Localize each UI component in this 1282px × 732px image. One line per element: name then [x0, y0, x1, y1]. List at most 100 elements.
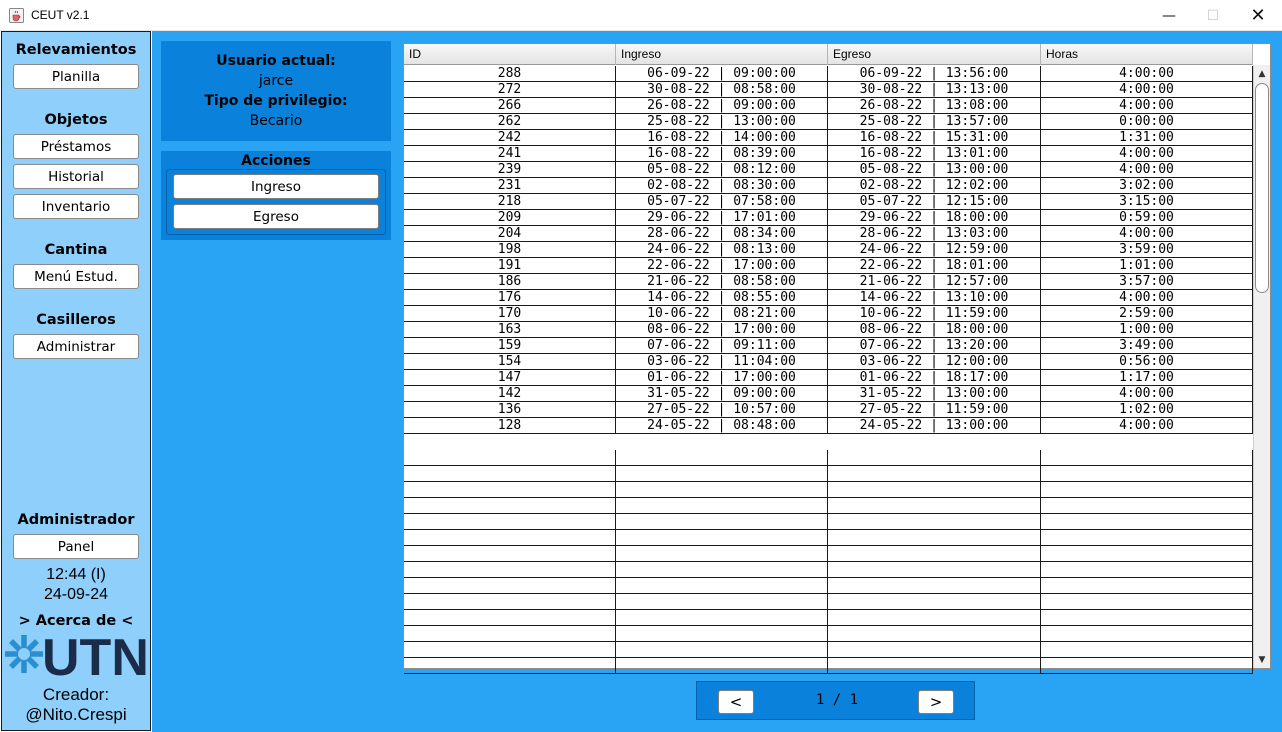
table-row[interactable]: 288 06-09-22 | 09:00:00 06-09-22 | 13:56:0… [404, 66, 1253, 82]
empty-cell [616, 594, 828, 609]
cell-ingreso: 26-08-22 | 09:00:00 [616, 98, 828, 113]
empty-cell [404, 546, 616, 561]
scroll-up-icon[interactable]: ▲ [1254, 65, 1270, 82]
table-row[interactable]: 198 24-06-22 | 08:13:00 24-06-22 | 12:59:0… [404, 242, 1253, 258]
empty-cell [616, 642, 828, 657]
table-row[interactable]: 142 31-05-22 | 09:00:00 31-05-22 | 13:00:0… [404, 386, 1253, 402]
column-header-horas[interactable]: Horas [1041, 44, 1253, 65]
current-user-value: jarce [258, 73, 294, 89]
empty-table-row [404, 642, 1253, 658]
cell-ingreso: 08-06-22 | 17:00:00 [616, 322, 828, 337]
cell-horas: 0:00:00 [1041, 114, 1253, 129]
table-row[interactable]: 147 01-06-22 | 17:00:00 01-06-22 | 18:17:0… [404, 370, 1253, 386]
table-row[interactable]: 136 27-05-22 | 10:57:00 27-05-22 | 11:59:0… [404, 402, 1253, 418]
inventario-button[interactable]: Inventario [13, 194, 139, 219]
column-header-ingreso[interactable]: Ingreso [616, 44, 828, 65]
page-indicator: 1 / 1 [815, 692, 859, 708]
table-row[interactable]: 191 22-06-22 | 17:00:00 22-06-22 | 18:01:0… [404, 258, 1253, 274]
cell-horas: 4:00:00 [1041, 386, 1253, 401]
table-row[interactable]: 170 10-06-22 | 08:21:00 10-06-22 | 11:59:0… [404, 306, 1253, 322]
cell-horas: 4:00:00 [1041, 162, 1253, 177]
table-row[interactable]: 159 07-06-22 | 09:11:00 07-06-22 | 13:20:0… [404, 338, 1253, 354]
empty-cell [404, 450, 616, 465]
empty-table-row [404, 594, 1253, 610]
historial-button[interactable]: Historial [13, 164, 139, 189]
cell-egreso: 14-06-22 | 13:10:00 [828, 290, 1041, 305]
pagination: < 1 / 1 > [696, 681, 975, 720]
scroll-thumb[interactable] [1255, 83, 1269, 293]
maximize-button[interactable]: ☐ [1190, 0, 1236, 31]
table-row[interactable]: 262 25-08-22 | 13:00:00 25-08-22 | 13:57:0… [404, 114, 1253, 130]
panel-button[interactable]: Panel [13, 534, 139, 559]
cell-horas: 1:01:00 [1041, 258, 1253, 273]
empty-cell [616, 658, 828, 673]
empty-cell [828, 530, 1041, 545]
about-link[interactable]: > Acerca de < [2, 613, 150, 629]
empty-cell [404, 466, 616, 481]
table-row[interactable]: 204 28-06-22 | 08:34:00 28-06-22 | 13:03:0… [404, 226, 1253, 242]
utn-logo: UTN [5, 629, 149, 679]
cell-id: 136 [404, 402, 616, 417]
table-row[interactable]: 209 29-06-22 | 17:01:00 29-06-22 | 18:00:0… [404, 210, 1253, 226]
scroll-down-icon[interactable]: ▼ [1254, 651, 1270, 668]
empty-cell [404, 498, 616, 513]
table-row[interactable]: 242 16-08-22 | 14:00:00 16-08-22 | 15:31:0… [404, 130, 1253, 146]
cell-id: 191 [404, 258, 616, 273]
empty-cell [1041, 450, 1253, 465]
table-row[interactable]: 266 26-08-22 | 09:00:00 26-08-22 | 13:08:0… [404, 98, 1253, 114]
table-row[interactable]: 128 24-05-22 | 08:48:00 24-05-22 | 13:00:0… [404, 418, 1253, 434]
ingreso-button[interactable]: Ingreso [173, 174, 379, 199]
empty-cell [1041, 466, 1253, 481]
egreso-button[interactable]: Egreso [173, 204, 379, 229]
cell-id: 288 [404, 66, 616, 81]
cell-egreso: 01-06-22 | 18:17:00 [828, 370, 1041, 385]
column-header-id[interactable]: ID [404, 44, 616, 65]
empty-cell [828, 658, 1041, 673]
table-row[interactable]: 163 08-06-22 | 17:00:00 08-06-22 | 18:00:0… [404, 322, 1253, 338]
column-header-egreso[interactable]: Egreso [828, 44, 1041, 65]
empty-table-row [404, 578, 1253, 594]
empty-cell [616, 626, 828, 641]
empty-cell [1041, 482, 1253, 497]
empty-cell [828, 482, 1041, 497]
cell-ingreso: 27-05-22 | 10:57:00 [616, 402, 828, 417]
clock: 12:44 (I) 24-09-24 [2, 565, 150, 605]
minimize-button[interactable]: — [1146, 0, 1192, 31]
main-area: Usuario actual: jarce Tipo de privilegio… [152, 31, 1282, 732]
cell-egreso: 21-06-22 | 12:57:00 [828, 274, 1041, 289]
table-row[interactable]: 176 14-06-22 | 08:55:00 14-06-22 | 13:10:0… [404, 290, 1253, 306]
cell-egreso: 05-08-22 | 13:00:00 [828, 162, 1041, 177]
empty-cell [828, 642, 1041, 657]
empty-cell [404, 610, 616, 625]
privilege-label: Tipo de privilegio: [204, 93, 348, 109]
empty-cell [404, 530, 616, 545]
empty-cell [616, 546, 828, 561]
table-row[interactable]: 186 21-06-22 | 08:58:00 21-06-22 | 12:57:0… [404, 274, 1253, 290]
table-row[interactable]: 231 02-08-22 | 08:30:00 02-08-22 | 12:02:0… [404, 178, 1253, 194]
table-scrollbar[interactable]: ▲ ▼ [1253, 65, 1270, 668]
empty-cell [616, 482, 828, 497]
cell-egreso: 27-05-22 | 11:59:00 [828, 402, 1041, 417]
cell-ingreso: 16-08-22 | 14:00:00 [616, 130, 828, 145]
creator: Creador: @Nito.Crespi [2, 685, 150, 725]
table-row[interactable]: 239 05-08-22 | 08:12:00 05-08-22 | 13:00:0… [404, 162, 1253, 178]
creator-handle[interactable]: @Nito.Crespi [2, 705, 150, 725]
prestamos-button[interactable]: Préstamos [13, 134, 139, 159]
prev-page-button[interactable]: < [718, 690, 754, 714]
planilla-button[interactable]: Planilla [13, 64, 139, 89]
cell-egreso: 24-05-22 | 13:00:00 [828, 418, 1041, 433]
table-row[interactable]: 154 03-06-22 | 11:04:00 03-06-22 | 12:00:0… [404, 354, 1253, 370]
cell-egreso: 10-06-22 | 11:59:00 [828, 306, 1041, 321]
table-row[interactable]: 272 30-08-22 | 08:58:00 30-08-22 | 13:13:0… [404, 82, 1253, 98]
table-row[interactable]: 218 05-07-22 | 07:58:00 05-07-22 | 12:15:0… [404, 194, 1253, 210]
menu-estud-button[interactable]: Menú Estud. [13, 264, 139, 289]
close-button[interactable]: ✕ [1235, 0, 1281, 31]
table-row[interactable]: 241 16-08-22 | 08:39:00 16-08-22 | 13:01:0… [404, 146, 1253, 162]
next-page-button[interactable]: > [918, 690, 954, 714]
cell-id: 147 [404, 370, 616, 385]
cell-egreso: 31-05-22 | 13:00:00 [828, 386, 1041, 401]
cell-id: 186 [404, 274, 616, 289]
administrar-button[interactable]: Administrar [13, 334, 139, 359]
empty-cell [1041, 610, 1253, 625]
cell-egreso: 16-08-22 | 13:01:00 [828, 146, 1041, 161]
